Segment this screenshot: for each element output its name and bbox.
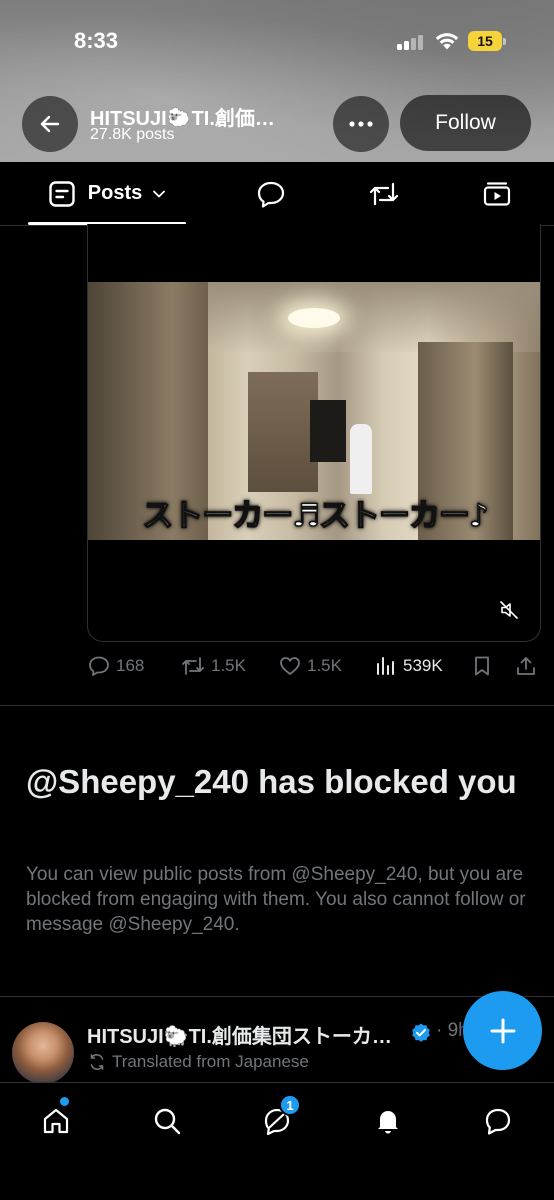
battery-level: 15 (468, 31, 502, 51)
post-author-name[interactable]: HITSUJI🐑TI.創価集団ストーカ… (87, 1020, 409, 1049)
share-icon (517, 657, 535, 675)
bookmark-icon (475, 656, 489, 676)
mute-icon[interactable] (499, 600, 519, 620)
reply-button[interactable]: 168 (88, 652, 144, 680)
nav-home[interactable] (36, 1097, 76, 1141)
repost-count: 1.5K (211, 656, 246, 675)
tab-posts-label: Posts (87, 182, 143, 204)
translated-text: Translated from Japanese (112, 1052, 309, 1071)
like-count: 1.5K (307, 656, 342, 675)
reply-count: 168 (116, 656, 145, 675)
search-icon (154, 1108, 181, 1135)
tab-reposts[interactable] (364, 162, 404, 225)
nav-search[interactable] (147, 1101, 187, 1141)
messages-icon (485, 1108, 511, 1135)
back-button[interactable] (22, 96, 78, 152)
post-count: 27.8K posts (90, 126, 175, 143)
divider (0, 996, 554, 997)
like-button[interactable]: 1.5K (279, 652, 342, 680)
avatar[interactable] (12, 1022, 74, 1084)
notifications-icon (378, 1111, 398, 1134)
more-options-button[interactable] (333, 96, 389, 152)
plus-icon (490, 1018, 515, 1043)
follow-button[interactable]: Follow (400, 95, 531, 151)
repost-icon (182, 657, 204, 675)
wifi-icon (435, 33, 459, 50)
heart-icon (280, 657, 300, 675)
bookmark-button[interactable] (472, 652, 498, 680)
verified-badge-icon (412, 1023, 430, 1042)
repost-button[interactable]: 1.5K (181, 652, 246, 680)
nav-notifications[interactable] (368, 1101, 408, 1141)
share-button[interactable] (515, 652, 543, 680)
tab-posts[interactable]: Posts (28, 162, 186, 225)
nav-grok[interactable]: 1 (257, 1094, 301, 1141)
video-caption: ストーカー♬ストーカー♪ (141, 497, 489, 535)
nav-messages[interactable] (478, 1101, 518, 1141)
post-media-card[interactable]: ストーカー♬ストーカー♪ (87, 224, 541, 642)
bottom-navigation: 1 (0, 1082, 554, 1200)
arrow-left-icon (40, 115, 60, 133)
chevron-down-icon (153, 190, 166, 197)
posts-icon (49, 180, 75, 207)
tab-media[interactable] (477, 162, 517, 225)
status-time: 8:33 (74, 28, 119, 53)
replies-icon (257, 181, 285, 208)
home-notification-dot (60, 1097, 69, 1106)
reply-icon (89, 656, 109, 676)
grok-badge: 1 (279, 1094, 301, 1116)
profile-header: HITSUJI🐑TI.創価… 27.8K posts Follow (0, 94, 554, 152)
battery-icon: 15 (468, 31, 506, 51)
analytics-icon (377, 657, 394, 675)
translate-icon (90, 1054, 104, 1070)
translated-label: Translated from Japanese (88, 1052, 309, 1072)
home-icon (43, 1108, 69, 1134)
media-icon (483, 181, 511, 206)
blocked-notice-title: @Sheepy_240 has blocked you (26, 763, 517, 800)
views-button[interactable]: 539K (375, 652, 443, 680)
reposts-icon (369, 182, 399, 205)
tab-replies[interactable] (251, 162, 291, 225)
divider (0, 705, 554, 706)
profile-tabs: Posts (0, 162, 554, 226)
ellipsis-icon (349, 121, 373, 127)
compose-post-button[interactable] (463, 991, 542, 1070)
video-player[interactable]: ストーカー♬ストーカー♪ (88, 282, 540, 540)
view-count: 539K (403, 656, 443, 675)
status-bar: 8:33 15 (0, 0, 554, 84)
blocked-notice-body: You can view public posts from @Sheepy_2… (26, 864, 526, 935)
cellular-signal-icon (397, 34, 425, 50)
post-action-bar: 168 1.5K 1.5K 539K (88, 652, 542, 680)
